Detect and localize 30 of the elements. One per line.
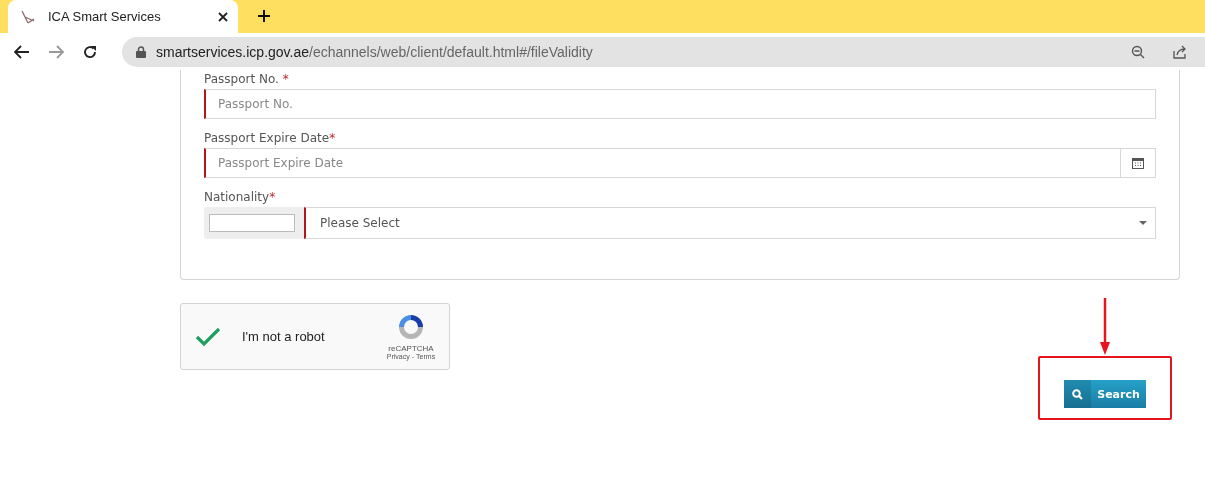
recaptcha-logo-icon xyxy=(397,313,425,341)
field-label: Nationality* xyxy=(204,190,277,204)
small-input[interactable] xyxy=(209,214,295,232)
calendar-icon xyxy=(1132,157,1144,169)
checkmark-icon[interactable] xyxy=(195,326,221,347)
date-field[interactable]: Passport Expire Date xyxy=(204,148,1121,178)
zoom-out-icon[interactable] xyxy=(1131,44,1145,59)
search-button[interactable]: Search xyxy=(1064,380,1146,408)
reload-icon[interactable] xyxy=(82,43,98,60)
field-label: Passport Expire Date* xyxy=(204,131,337,145)
site-icon xyxy=(20,8,36,25)
plus-icon[interactable] xyxy=(258,10,270,22)
browser-tab[interactable]: ICA Smart Services xyxy=(8,0,238,33)
annotation-arrow xyxy=(1100,298,1110,356)
caret-icon xyxy=(1139,221,1147,225)
field-label: Passport No. * xyxy=(204,72,290,86)
share-icon[interactable] xyxy=(1173,44,1187,59)
captcha-brand: reCAPTCHA xyxy=(388,344,434,353)
text-field[interactable]: Passport No. xyxy=(204,89,1156,119)
url-text: smartservices.icp.gov.ae/echannels/web/client/default.html#/fileValidity xyxy=(156,43,593,60)
lock-icon xyxy=(136,45,146,58)
search-icon xyxy=(1072,388,1083,400)
address-bar[interactable]: smartservices.icp.gov.ae/echannels/web/client/default.html#/fileValidity xyxy=(122,36,1205,67)
captcha-label: I'm not a robot xyxy=(242,329,326,344)
close-icon[interactable] xyxy=(218,11,228,22)
forward-icon[interactable] xyxy=(48,44,64,59)
back-icon[interactable] xyxy=(14,44,30,59)
select-field[interactable]: Please Select xyxy=(304,207,1156,239)
calendar-button[interactable] xyxy=(1121,148,1156,178)
tab-title: ICA Smart Services xyxy=(48,9,162,24)
